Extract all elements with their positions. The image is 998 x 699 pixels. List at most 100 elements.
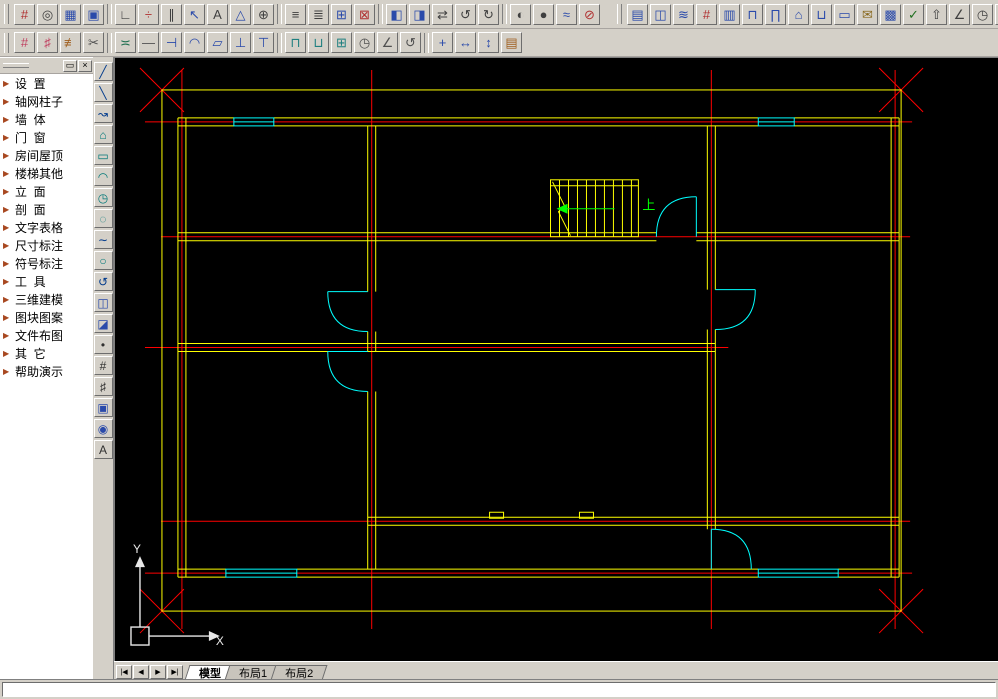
palette-item-text-table[interactable]: ▶ 文字表格 <box>0 218 93 236</box>
check-icon[interactable]: ✓ <box>903 3 924 25</box>
last-tab-button[interactable]: ▶| <box>167 665 183 679</box>
opening-icon[interactable]: ⊔ <box>811 3 832 25</box>
measure-angle-icon[interactable]: ∠ <box>377 32 398 53</box>
restore-button[interactable]: ▭ <box>63 59 77 72</box>
spline-icon[interactable]: ≈ <box>556 3 577 25</box>
palette-item-3d-modeling[interactable]: ▶ 三维建模 <box>0 290 93 308</box>
tee-wall-icon[interactable]: ⊤ <box>253 32 274 53</box>
toolbar-grip[interactable] <box>4 4 9 24</box>
palette-item-tools[interactable]: ▶ 工 具 <box>0 272 93 290</box>
stretch-h-icon[interactable]: ↔ <box>455 32 476 53</box>
spline-icon[interactable]: ↝ <box>93 104 113 123</box>
preview-icon[interactable]: ◎ <box>37 3 58 25</box>
image-icon[interactable]: ▣ <box>93 398 113 417</box>
match-properties-icon[interactable]: ◧ <box>386 3 407 25</box>
palette-item-block-pattern[interactable]: ▶ 图块图案 <box>0 308 93 326</box>
slab-icon[interactable]: ▭ <box>834 3 855 25</box>
stretch-v-icon[interactable]: ↕ <box>478 32 499 53</box>
trim-icon[interactable]: ✂ <box>83 32 104 53</box>
palette-item-settings[interactable]: ▶ 设 置 <box>0 74 93 92</box>
prev-tab-button[interactable]: ◀ <box>133 665 149 679</box>
parallel-icon[interactable]: ∥ <box>161 3 182 25</box>
toolbar-grip[interactable] <box>4 32 9 53</box>
toolbar-grip[interactable] <box>617 4 622 24</box>
window-array-icon[interactable]: ⊞ <box>331 32 352 53</box>
library-icon[interactable]: ▤ <box>627 3 648 25</box>
door-icon[interactable]: ⊓ <box>742 3 763 25</box>
circle-icon[interactable]: ◷ <box>93 188 113 207</box>
wipeout-icon[interactable]: ◉ <box>93 419 113 438</box>
arc-wall-icon[interactable]: ◠ <box>184 32 205 53</box>
first-tab-button[interactable]: |◀ <box>116 665 132 679</box>
sheet-icon[interactable]: ✉ <box>857 3 878 25</box>
palette-item-room-roof[interactable]: ▶ 房间屋顶 <box>0 146 93 164</box>
single-wall-icon[interactable]: — <box>138 32 159 53</box>
text-icon[interactable]: A <box>93 440 113 459</box>
layers-stack-icon[interactable]: ≋ <box>673 3 694 25</box>
rotate-icon[interactable]: ↺ <box>400 32 421 53</box>
palette-item-wall[interactable]: ▶ 墙 体 <box>0 110 93 128</box>
table-icon[interactable]: ▦ <box>60 3 81 25</box>
grid-icon[interactable]: ⊞ <box>331 3 352 25</box>
block-manager-icon[interactable]: ◫ <box>650 3 671 25</box>
close-button[interactable]: × <box>78 59 92 72</box>
divide-icon[interactable]: ÷ <box>138 3 159 25</box>
arc-icon[interactable]: ◠ <box>93 167 113 186</box>
elevate-icon[interactable]: ⇧ <box>926 3 947 25</box>
copy-icon[interactable]: ◫ <box>93 293 113 312</box>
revision-cloud-icon[interactable]: ↺ <box>93 272 113 291</box>
slope-icon[interactable]: △ <box>230 3 251 25</box>
next-tab-button[interactable]: ▶ <box>150 665 166 679</box>
draw-axis-icon[interactable]: # <box>14 32 35 53</box>
palette-item-help-demo[interactable]: ▶ 帮助演示 <box>0 362 93 380</box>
text-style-icon[interactable]: A <box>207 3 228 25</box>
palette-item-others[interactable]: ▶ 其 它 <box>0 344 93 362</box>
perp-wall-icon[interactable]: ⊥ <box>230 32 251 53</box>
undo-icon[interactable]: ↺ <box>455 3 476 25</box>
draw-wall-icon[interactable]: ≍ <box>115 32 136 53</box>
angle-icon[interactable]: ∠ <box>949 3 970 25</box>
redo-icon[interactable]: ↻ <box>478 3 499 25</box>
image-icon[interactable]: ▣ <box>83 3 104 25</box>
axis-grid-icon[interactable]: # <box>14 3 35 25</box>
disable-icon[interactable]: ⊘ <box>579 3 600 25</box>
palette-item-file-layout[interactable]: ▶ 文件布图 <box>0 326 93 344</box>
offset-wall-icon[interactable]: ▱ <box>207 32 228 53</box>
polygon-icon[interactable]: ⌂ <box>93 125 113 144</box>
layer-icon[interactable]: ≡ <box>285 3 306 25</box>
command-input[interactable] <box>2 682 996 697</box>
layer-manager-icon[interactable]: ≣ <box>308 3 329 25</box>
palette-item-door-window[interactable]: ▶ 门 窗 <box>0 128 93 146</box>
insert-window-icon[interactable]: ⊔ <box>308 32 329 53</box>
leader-icon[interactable]: ↖ <box>184 3 205 25</box>
clock-icon[interactable]: ◷ <box>354 32 375 53</box>
construction-line-icon[interactable]: ╲ <box>93 83 113 102</box>
pattern-icon[interactable]: ▩ <box>880 3 901 25</box>
wall-join-icon[interactable]: ⊣ <box>161 32 182 53</box>
point-icon[interactable]: • <box>93 335 113 354</box>
wall-tool-icon[interactable]: ▥ <box>719 3 740 25</box>
palette-item-section[interactable]: ▶ 剖 面 <box>0 200 93 218</box>
erase-icon[interactable]: ⊠ <box>354 3 375 25</box>
axis-dimension-icon[interactable]: ♯ <box>37 32 58 53</box>
palette-item-dimension[interactable]: ▶ 尺寸标注 <box>0 236 93 254</box>
clipboard-icon[interactable]: ▤ <box>501 32 522 53</box>
insert-door-icon[interactable]: ⊓ <box>285 32 306 53</box>
palette-item-axis-column[interactable]: ▶ 轴网柱子 <box>0 92 93 110</box>
hatch-dense-icon[interactable]: ♯ <box>93 377 113 396</box>
wave-icon[interactable]: ∼ <box>93 230 113 249</box>
axis-edit-icon[interactable]: ≢ <box>60 32 81 53</box>
insert-point-icon[interactable]: ⊕ <box>253 3 274 25</box>
hatch-icon[interactable]: # <box>696 3 717 25</box>
roof-icon[interactable]: ⌂ <box>788 3 809 25</box>
block-icon[interactable]: ◪ <box>93 314 113 333</box>
ellipse-icon[interactable]: ○ <box>93 251 113 270</box>
donut-icon[interactable]: ◌ <box>93 209 113 228</box>
palette-item-stairs-other[interactable]: ▶ 楼梯其他 <box>0 164 93 182</box>
palette-item-symbol[interactable]: ▶ 符号标注 <box>0 254 93 272</box>
exchange-icon[interactable]: ⇄ <box>432 3 453 25</box>
time-icon[interactable]: ◷ <box>972 3 993 25</box>
window-icon[interactable]: ∏ <box>765 3 786 25</box>
display-toggle-icon[interactable]: ◐ <box>510 3 531 25</box>
tab-layout2[interactable]: 布局2 <box>273 665 325 680</box>
